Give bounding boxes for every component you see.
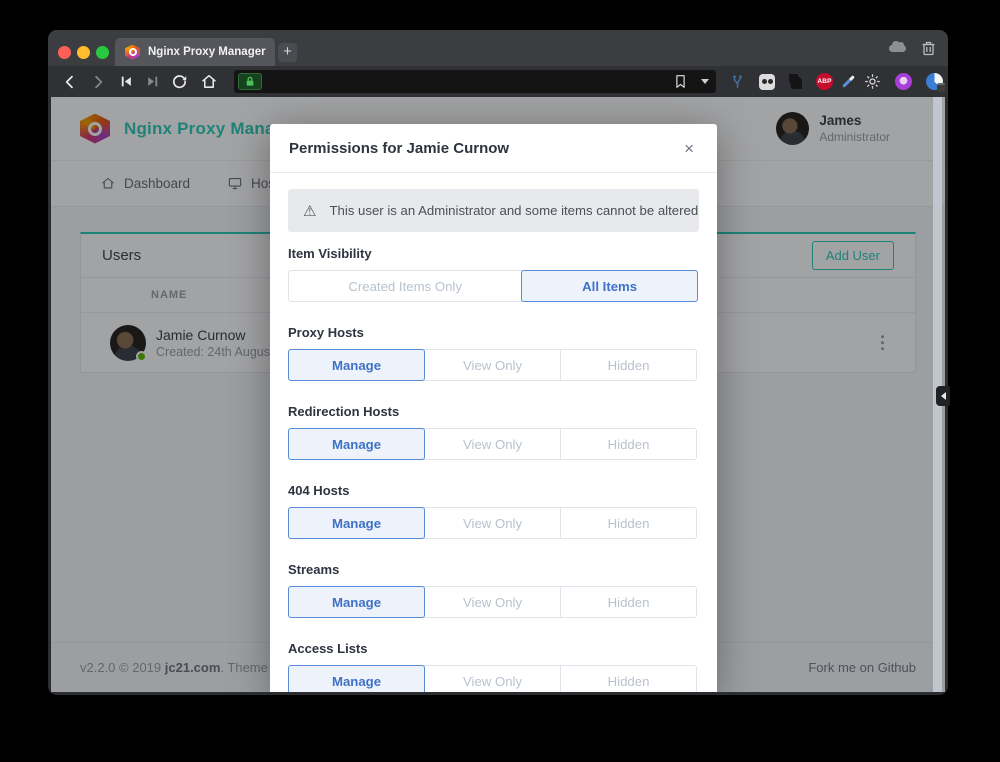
section-label: 404 Hosts [288, 482, 699, 499]
browser-toolbar: ABP [48, 66, 948, 97]
admin-warning: ⚠ This user is an Administrator and some… [288, 189, 699, 232]
modal-title: Permissions for Jamie Curnow [289, 140, 509, 157]
option-manage[interactable]: Manage [288, 586, 425, 618]
traffic-lights [58, 46, 109, 59]
item-visibility-group: Created Items Only All Items [288, 270, 699, 302]
option-view-only[interactable]: View Only [424, 665, 561, 692]
option-view-only[interactable]: View Only [424, 428, 561, 460]
browser-window: Nginx Proxy Manager + [48, 30, 948, 695]
home-icon[interactable] [194, 73, 224, 90]
chevron-left-icon [941, 392, 946, 400]
browser-titlebar: Nginx Proxy Manager + [48, 30, 948, 66]
chevron-down-icon[interactable] [701, 79, 709, 84]
privacy-pie-icon[interactable] [926, 73, 943, 90]
fork-icon[interactable] [730, 74, 745, 90]
rewind-icon[interactable] [113, 75, 139, 88]
containers-icon[interactable] [759, 74, 775, 90]
tab-title: Nginx Proxy Manager [148, 46, 266, 58]
gnome-foot-icon[interactable] [789, 74, 802, 89]
new-tab-button[interactable]: + [278, 43, 297, 62]
back-icon[interactable] [57, 74, 83, 90]
permission-section-404-hosts: 404 Hosts Manage View Only Hidden [288, 482, 699, 539]
option-manage[interactable]: Manage [288, 428, 425, 460]
section-label: Streams [288, 561, 699, 578]
section-label: Redirection Hosts [288, 403, 699, 420]
section-label: Proxy Hosts [288, 324, 699, 341]
maximize-window-button[interactable] [96, 46, 109, 59]
reload-icon[interactable] [165, 73, 194, 90]
browser-tab[interactable]: Nginx Proxy Manager [115, 38, 275, 66]
option-view-only[interactable]: View Only [424, 507, 561, 539]
permission-section-streams: Streams Manage View Only Hidden [288, 561, 699, 618]
item-visibility-label: Item Visibility [288, 245, 699, 262]
page-viewport: Nginx Proxy Manager James Administrator … [51, 97, 945, 692]
warning-text: This user is an Administrator and some i… [329, 203, 698, 218]
option-hidden[interactable]: Hidden [560, 586, 697, 618]
option-manage[interactable]: Manage [288, 507, 425, 539]
permission-section-redirection-hosts: Redirection Hosts Manage View Only Hidde… [288, 403, 699, 460]
option-created-items-only[interactable]: Created Items Only [288, 270, 522, 302]
option-view-only[interactable]: View Only [424, 586, 561, 618]
trash-icon[interactable] [921, 40, 936, 56]
close-window-button[interactable] [58, 46, 71, 59]
option-hidden[interactable]: Hidden [560, 507, 697, 539]
bookmark-icon[interactable] [674, 74, 687, 89]
option-hidden[interactable]: Hidden [560, 349, 697, 381]
purple-extension-icon[interactable] [895, 73, 912, 90]
address-bar[interactable] [234, 70, 716, 93]
panel-toggle-arrow[interactable] [936, 386, 950, 406]
permissions-modal: Permissions for Jamie Curnow × ⚠ This us… [270, 124, 717, 692]
section-label: Access Lists [288, 640, 699, 657]
minimize-window-button[interactable] [77, 46, 90, 59]
option-hidden[interactable]: Hidden [560, 428, 697, 460]
option-hidden[interactable]: Hidden [560, 665, 697, 692]
lock-icon[interactable] [238, 73, 262, 90]
option-manage[interactable]: Manage [288, 665, 425, 692]
warning-icon: ⚠ [303, 202, 316, 220]
abp-icon[interactable]: ABP [816, 73, 833, 90]
permission-section-access-lists: Access Lists Manage View Only Hidden [288, 640, 699, 692]
tab-favicon [125, 45, 140, 60]
option-manage[interactable]: Manage [288, 349, 425, 381]
color-picker-icon[interactable] [847, 74, 850, 89]
close-icon[interactable]: × [680, 138, 698, 159]
fast-forward-icon[interactable] [139, 75, 165, 88]
forward-icon[interactable] [83, 74, 113, 90]
option-all-items[interactable]: All Items [521, 270, 698, 302]
option-view-only[interactable]: View Only [424, 349, 561, 381]
permission-section-proxy-hosts: Proxy Hosts Manage View Only Hidden [288, 324, 699, 381]
cloud-icon[interactable] [889, 45, 906, 52]
settings-flower-icon[interactable] [864, 73, 881, 90]
